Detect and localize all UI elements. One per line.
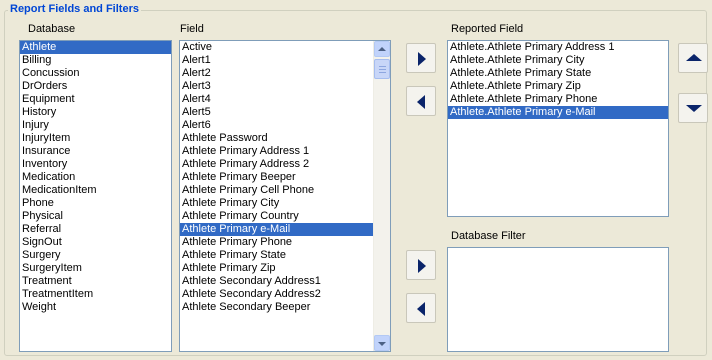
field-item[interactable]: Athlete Primary e-Mail xyxy=(180,223,390,236)
field-label: Field xyxy=(180,23,204,35)
reported-field-label: Reported Field xyxy=(451,23,524,35)
database-item[interactable]: Phone xyxy=(20,197,171,210)
database-item[interactable]: History xyxy=(20,106,171,119)
field-item[interactable]: Athlete Secondary Address2 xyxy=(180,288,390,301)
database-item[interactable]: Equipment xyxy=(20,93,171,106)
database-item[interactable]: SignOut xyxy=(20,236,171,249)
database-item[interactable]: InjuryItem xyxy=(20,132,171,145)
group-title: Report Fields and Filters xyxy=(8,3,141,15)
database-filter-label: Database Filter xyxy=(451,230,526,242)
add-filter-button[interactable] xyxy=(406,250,436,280)
database-item[interactable]: SurgeryItem xyxy=(20,262,171,275)
field-item-items: Active Alert1 Alert2 Alert3 Alert4 Alert5 Aler… xyxy=(180,41,390,314)
field-item[interactable]: Athlete Primary State xyxy=(180,249,390,262)
grip-line xyxy=(379,66,386,67)
scroll-thumb[interactable] xyxy=(374,59,390,79)
database-item[interactable]: MedicationItem xyxy=(20,184,171,197)
scroll-up-button[interactable] xyxy=(374,41,390,57)
arrow-left-icon xyxy=(417,95,425,109)
arrow-down-icon xyxy=(686,105,702,112)
reported-field-item[interactable]: Athlete.Athlete Primary Address 1 xyxy=(448,41,668,54)
field-item[interactable]: Athlete Primary Address 2 xyxy=(180,158,390,171)
database-item[interactable]: Surgery xyxy=(20,249,171,262)
scroll-down-button[interactable] xyxy=(374,335,390,351)
field-item[interactable]: Alert3 xyxy=(180,80,390,93)
arrow-right-icon xyxy=(418,259,426,273)
arrow-right-icon xyxy=(418,52,426,66)
field-item[interactable]: Athlete Password xyxy=(180,132,390,145)
field-item[interactable]: Athlete Primary Phone xyxy=(180,236,390,249)
database-item[interactable]: DrOrders xyxy=(20,80,171,93)
database-item[interactable]: Inventory xyxy=(20,158,171,171)
field-item[interactable]: Athlete Primary Zip xyxy=(180,262,390,275)
field-item[interactable]: Active xyxy=(180,41,390,54)
database-filter-listbox[interactable] xyxy=(447,247,669,352)
database-item-items: Athlete Billing Concussion DrOrders Equipmen… xyxy=(20,41,171,314)
reported-field-item[interactable]: Athlete.Athlete Primary e-Mail xyxy=(448,106,668,119)
field-item[interactable]: Alert4 xyxy=(180,93,390,106)
field-item[interactable]: Athlete Primary Beeper xyxy=(180,171,390,184)
database-item[interactable]: Treatment xyxy=(20,275,171,288)
database-label: Database xyxy=(28,23,76,35)
database-listbox[interactable]: Athlete Billing Concussion DrOrders Equipmen… xyxy=(19,40,172,352)
field-item[interactable]: Athlete Primary Cell Phone xyxy=(180,184,390,197)
remove-filter-button[interactable] xyxy=(406,293,436,323)
reported-field-item[interactable]: Athlete.Athlete Primary Phone xyxy=(448,93,668,106)
grip-line xyxy=(379,69,386,70)
field-item[interactable]: Alert5 xyxy=(180,106,390,119)
remove-field-button[interactable] xyxy=(406,86,436,116)
field-item[interactable]: Alert6 xyxy=(180,119,390,132)
chevron-up-icon xyxy=(378,47,386,51)
move-down-button[interactable] xyxy=(678,93,708,123)
database-item[interactable]: Concussion xyxy=(20,67,171,80)
move-up-button[interactable] xyxy=(678,43,708,73)
reported-field-item[interactable]: Athlete.Athlete Primary City xyxy=(448,54,668,67)
database-item[interactable]: Billing xyxy=(20,54,171,67)
database-item[interactable]: TreatmentItem xyxy=(20,288,171,301)
reported-field-listbox[interactable]: Athlete.Athlete Primary Address 1 Athlete… xyxy=(447,40,669,217)
field-item[interactable]: Alert1 xyxy=(180,54,390,67)
database-item[interactable]: Weight xyxy=(20,301,171,314)
field-item[interactable]: Alert2 xyxy=(180,67,390,80)
field-item[interactable]: Athlete Primary City xyxy=(180,197,390,210)
field-item[interactable]: Athlete Secondary Address1 xyxy=(180,275,390,288)
database-item[interactable]: Injury xyxy=(20,119,171,132)
chevron-down-icon xyxy=(378,342,386,346)
add-field-button[interactable] xyxy=(406,43,436,73)
grip-line xyxy=(379,72,386,73)
database-item[interactable]: Athlete xyxy=(20,41,171,54)
database-item[interactable]: Physical xyxy=(20,210,171,223)
field-item[interactable]: Athlete Primary Country xyxy=(180,210,390,223)
field-item[interactable]: Athlete Primary Address 1 xyxy=(180,145,390,158)
reported-field-item[interactable]: Athlete.Athlete Primary Zip xyxy=(448,80,668,93)
reported-field-item-items: Athlete.Athlete Primary Address 1 Athlete… xyxy=(448,41,668,119)
field-item[interactable]: Athlete Secondary Beeper xyxy=(180,301,390,314)
field-listbox[interactable]: Active Alert1 Alert2 Alert3 Alert4 Alert5 Aler… xyxy=(179,40,391,352)
arrow-left-icon xyxy=(417,302,425,316)
database-item[interactable]: Referral xyxy=(20,223,171,236)
arrow-up-icon xyxy=(686,54,702,61)
database-item[interactable]: Insurance xyxy=(20,145,171,158)
reported-field-item[interactable]: Athlete.Athlete Primary State xyxy=(448,67,668,80)
field-scrollbar[interactable] xyxy=(373,41,390,351)
database-item[interactable]: Medication xyxy=(20,171,171,184)
